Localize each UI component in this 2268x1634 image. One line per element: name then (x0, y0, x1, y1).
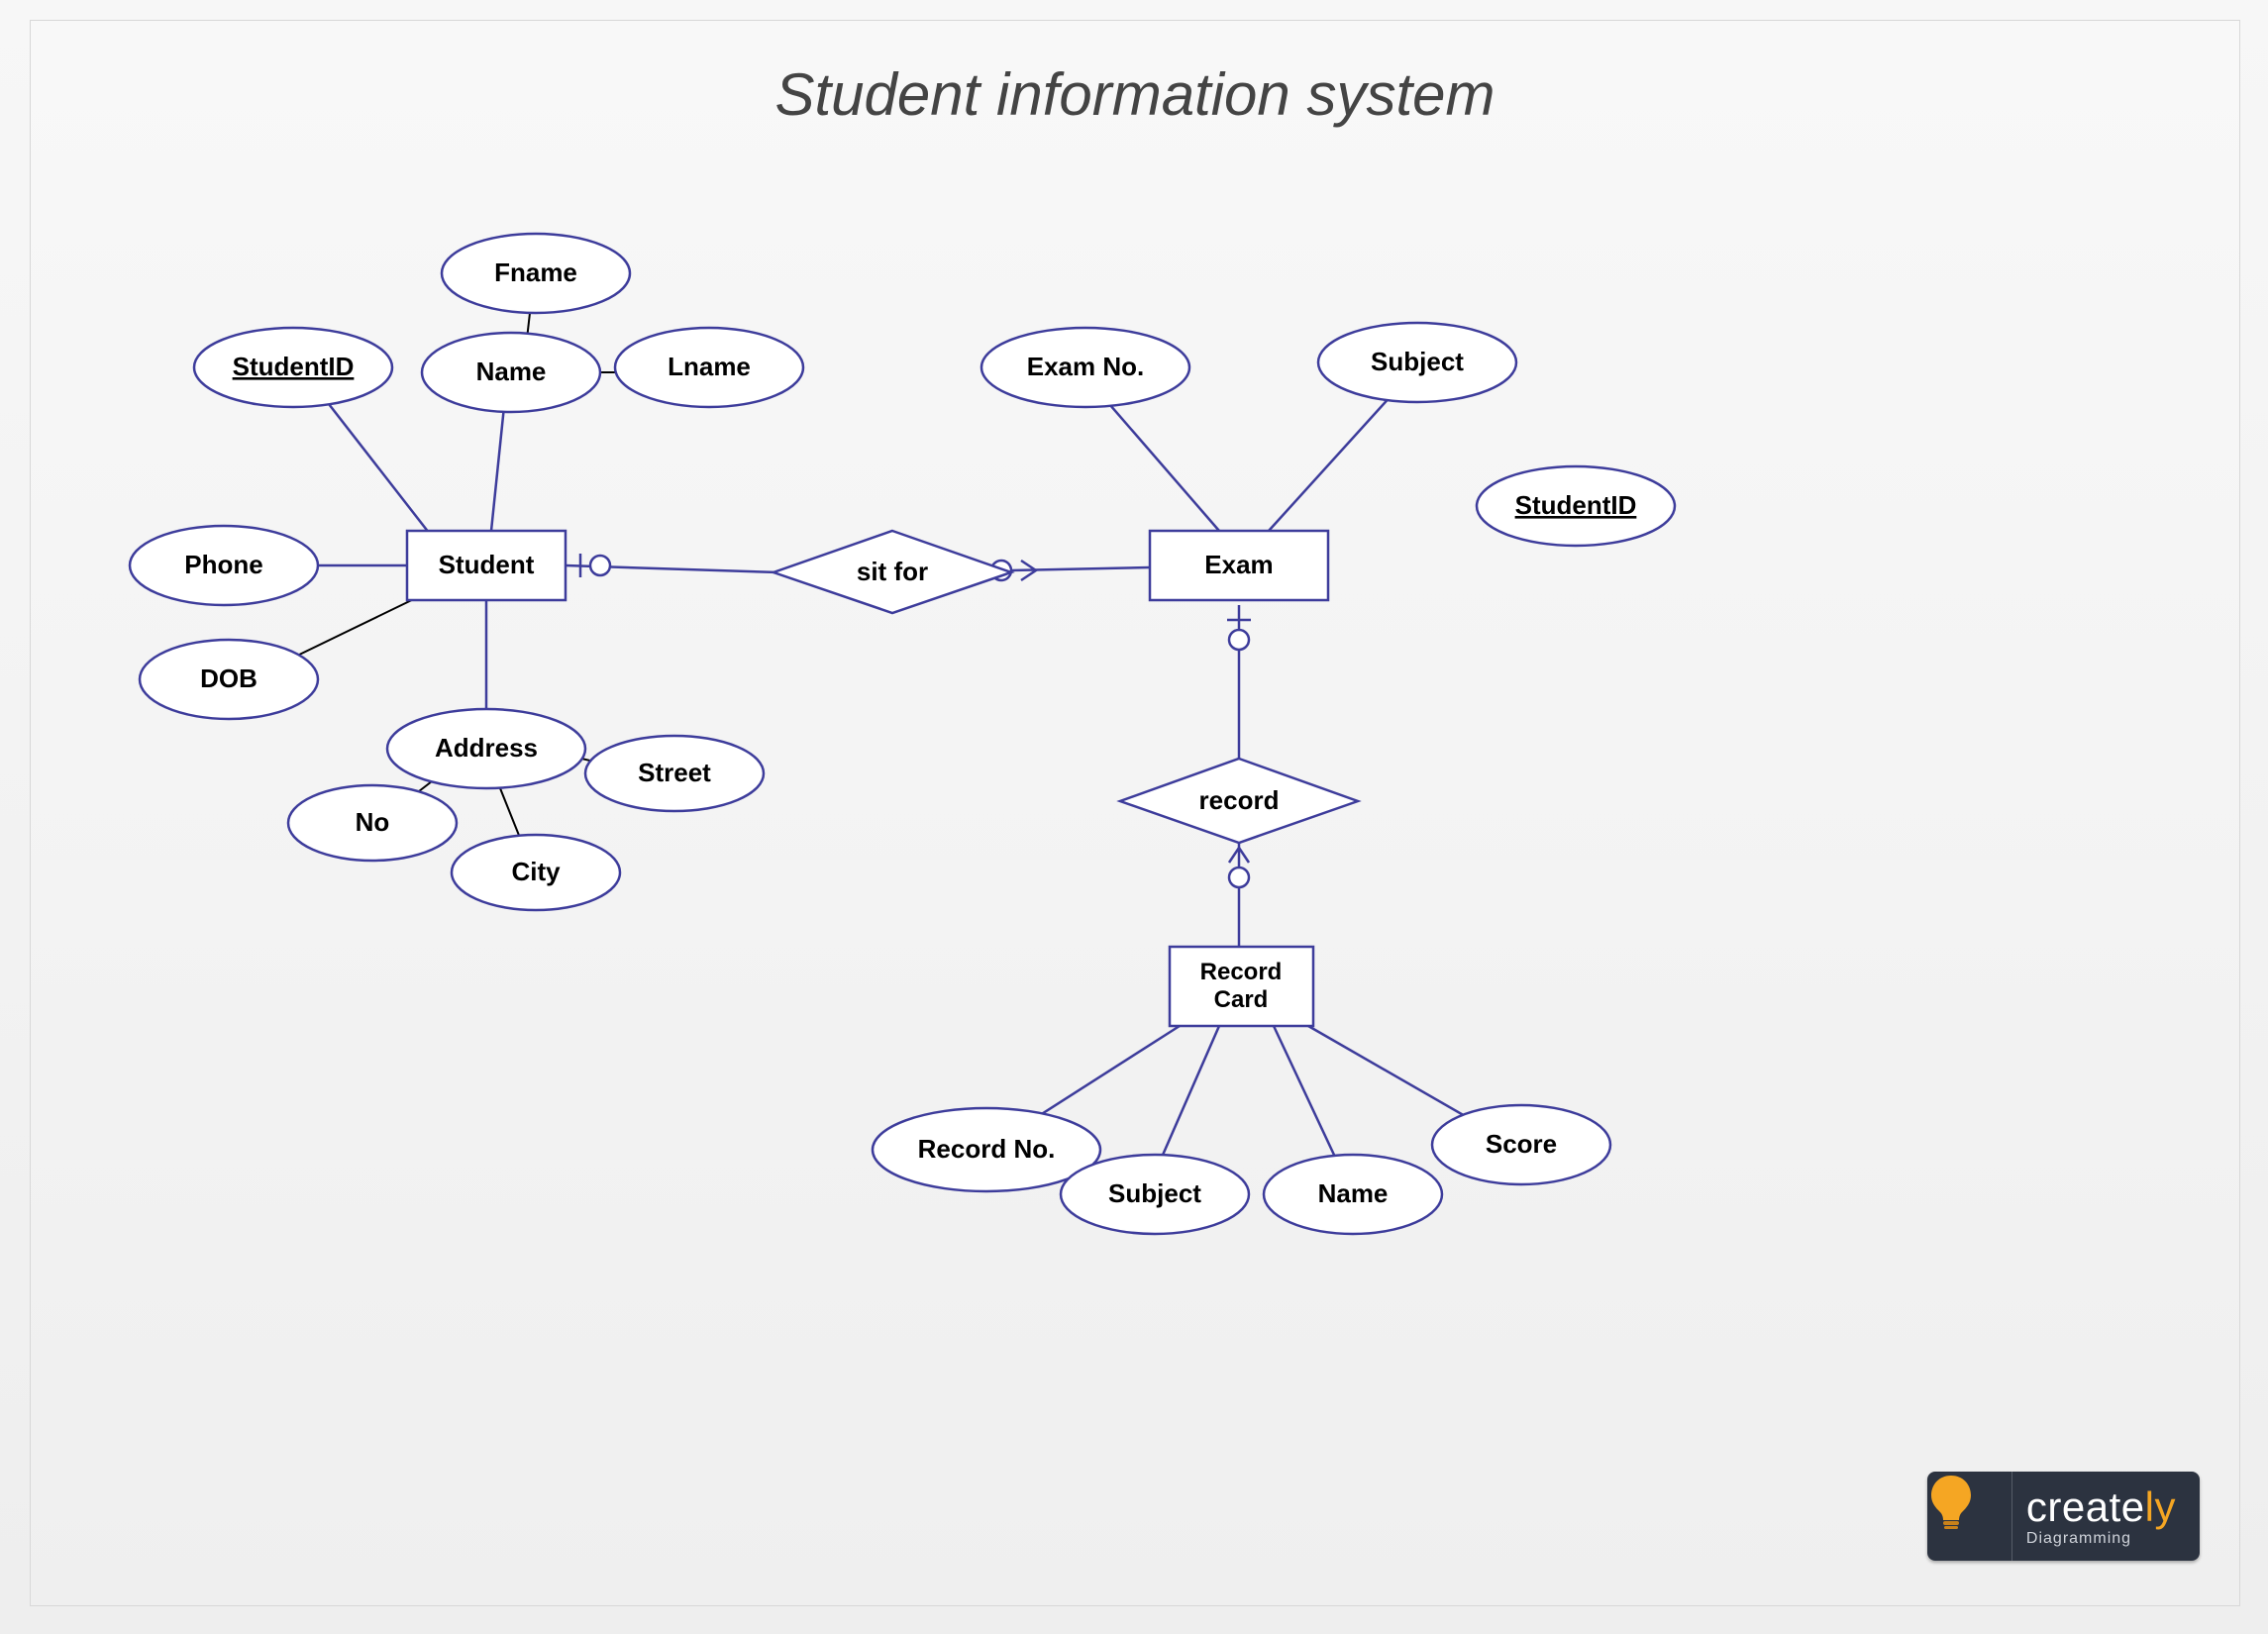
attr-no-label: No (356, 807, 390, 837)
attr-city-label: City (511, 857, 561, 886)
attr-city: City (452, 835, 620, 910)
er-diagram-svg: StudentID Phone DOB Name Fname Lname (31, 21, 2239, 1605)
attr-no: No (288, 785, 457, 861)
attr-dob-label: DOB (200, 664, 258, 693)
attr-name-rc: Name (1264, 1155, 1442, 1234)
page: Student information system (0, 0, 2268, 1634)
cardinality-student-circle (590, 556, 610, 575)
logo-brand-prefix: create (2026, 1483, 2145, 1530)
attr-subject-rc: Subject (1061, 1155, 1249, 1234)
attr-examno: Exam No. (981, 328, 1189, 407)
attr-name: Name (422, 333, 600, 412)
attr-recordno-label: Record No. (918, 1134, 1056, 1164)
attr-lname: Lname (615, 328, 803, 407)
logo-text: creately Diagramming (2011, 1472, 2200, 1561)
attr-street-label: Street (638, 758, 711, 787)
attr-examno-label: Exam No. (1027, 352, 1145, 381)
cardinality-rc-top-circle (1229, 868, 1249, 887)
attr-studentid: StudentID (194, 328, 392, 407)
attr-score: Score (1432, 1105, 1610, 1184)
attr-fname-label: Fname (494, 257, 577, 287)
attr-score-label: Score (1486, 1129, 1557, 1159)
diagram-canvas: Student information system (30, 20, 2240, 1606)
lightbulb-icon (1927, 1472, 2011, 1561)
entity-exam-label: Exam (1204, 550, 1273, 579)
attr-fname: Fname (442, 234, 630, 313)
attr-subject-rc-label: Subject (1108, 1178, 1201, 1208)
logo-tagline: Diagramming (2026, 1530, 2176, 1548)
attr-street: Street (585, 736, 764, 811)
attr-studentid-label: StudentID (233, 352, 355, 381)
entity-student: Student (407, 531, 566, 600)
attr-subject-exam-label: Subject (1371, 347, 1464, 376)
rel-sit-for: sit for (773, 531, 1011, 613)
attr-lname-label: Lname (668, 352, 751, 381)
entity-student-label: Student (439, 550, 535, 579)
rel-record-label: record (1199, 785, 1280, 815)
attr-address: Address (387, 709, 585, 788)
creately-logo: creately Diagramming (1927, 1472, 2200, 1561)
logo-brand-suffix: ly (2145, 1483, 2176, 1530)
entity-record-card-label-1: Record (1200, 959, 1283, 985)
rel-sit-for-label: sit for (857, 557, 928, 586)
logo-brand: creately (2026, 1486, 2176, 1528)
attr-studentid-exam: StudentID (1477, 466, 1675, 546)
attr-studentid-exam-label: StudentID (1515, 490, 1637, 520)
attr-address-label: Address (435, 733, 538, 763)
rel-record: record (1120, 759, 1358, 843)
attr-phone: Phone (130, 526, 318, 605)
entity-record-card: Record Card (1170, 947, 1313, 1026)
attr-phone-label: Phone (184, 550, 262, 579)
attr-name-rc-label: Name (1318, 1178, 1389, 1208)
cardinality-exam-bottom-circle (1229, 630, 1249, 650)
attr-dob: DOB (140, 640, 318, 719)
attr-subject-exam: Subject (1318, 323, 1516, 402)
entity-record-card-label-2: Card (1214, 986, 1269, 1013)
attr-name-label: Name (476, 357, 547, 386)
entity-exam: Exam (1150, 531, 1328, 600)
